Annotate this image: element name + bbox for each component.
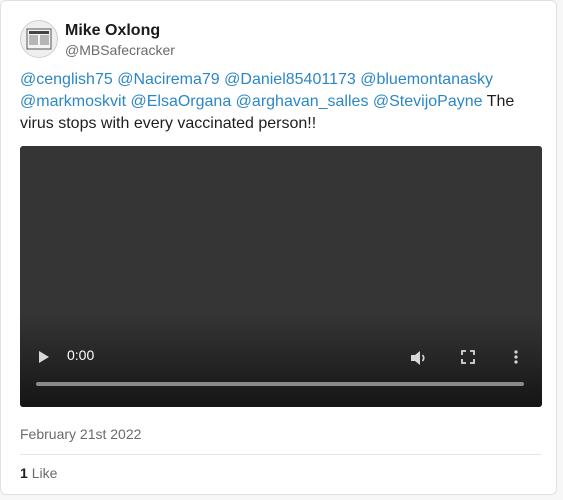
mention-link[interactable]: @arghavan_salles <box>236 93 369 110</box>
author-display-name[interactable]: Mike Oxlong <box>65 21 175 41</box>
mention-link[interactable]: @bluemontanasky <box>360 71 493 88</box>
video-player[interactable]: 0:00 <box>20 146 542 407</box>
mention-link[interactable]: @Nacirema79 <box>117 71 220 88</box>
newspaper-avatar-icon <box>26 28 52 50</box>
tweet-header: Mike Oxlong @MBSafecracker <box>20 20 175 59</box>
fullscreen-icon[interactable] <box>461 350 475 369</box>
more-options-icon[interactable] <box>514 350 518 369</box>
video-current-time: 0:00 <box>67 347 95 363</box>
like-count-number: 1 <box>20 465 28 481</box>
video-controls: 0:00 <box>20 342 542 372</box>
volume-icon[interactable] <box>410 350 428 371</box>
mention-link[interactable]: @StevijoPayne <box>373 93 483 110</box>
avatar[interactable] <box>20 20 58 58</box>
divider <box>20 454 541 455</box>
mention-link[interactable]: @cenglish75 <box>20 71 113 88</box>
video-progress-bar[interactable] <box>36 382 524 386</box>
mention-link[interactable]: @ElsaOrgana <box>130 93 231 110</box>
author-handle[interactable]: @MBSafecracker <box>65 41 175 59</box>
play-icon[interactable] <box>38 350 50 369</box>
tweet-text: @cenglish75 @Nacirema79 @Daniel85401173 … <box>20 69 540 135</box>
tweet-date[interactable]: February 21st 2022 <box>20 426 141 442</box>
author-names: Mike Oxlong @MBSafecracker <box>65 20 175 59</box>
mention-link[interactable]: @Daniel85401173 <box>224 71 356 88</box>
like-count[interactable]: 1 Like <box>20 465 57 481</box>
mention-link[interactable]: @markmoskvit <box>20 93 126 110</box>
like-label: Like <box>31 465 58 481</box>
tweet-card: Mike Oxlong @MBSafecracker @cenglish75 @… <box>0 0 557 495</box>
